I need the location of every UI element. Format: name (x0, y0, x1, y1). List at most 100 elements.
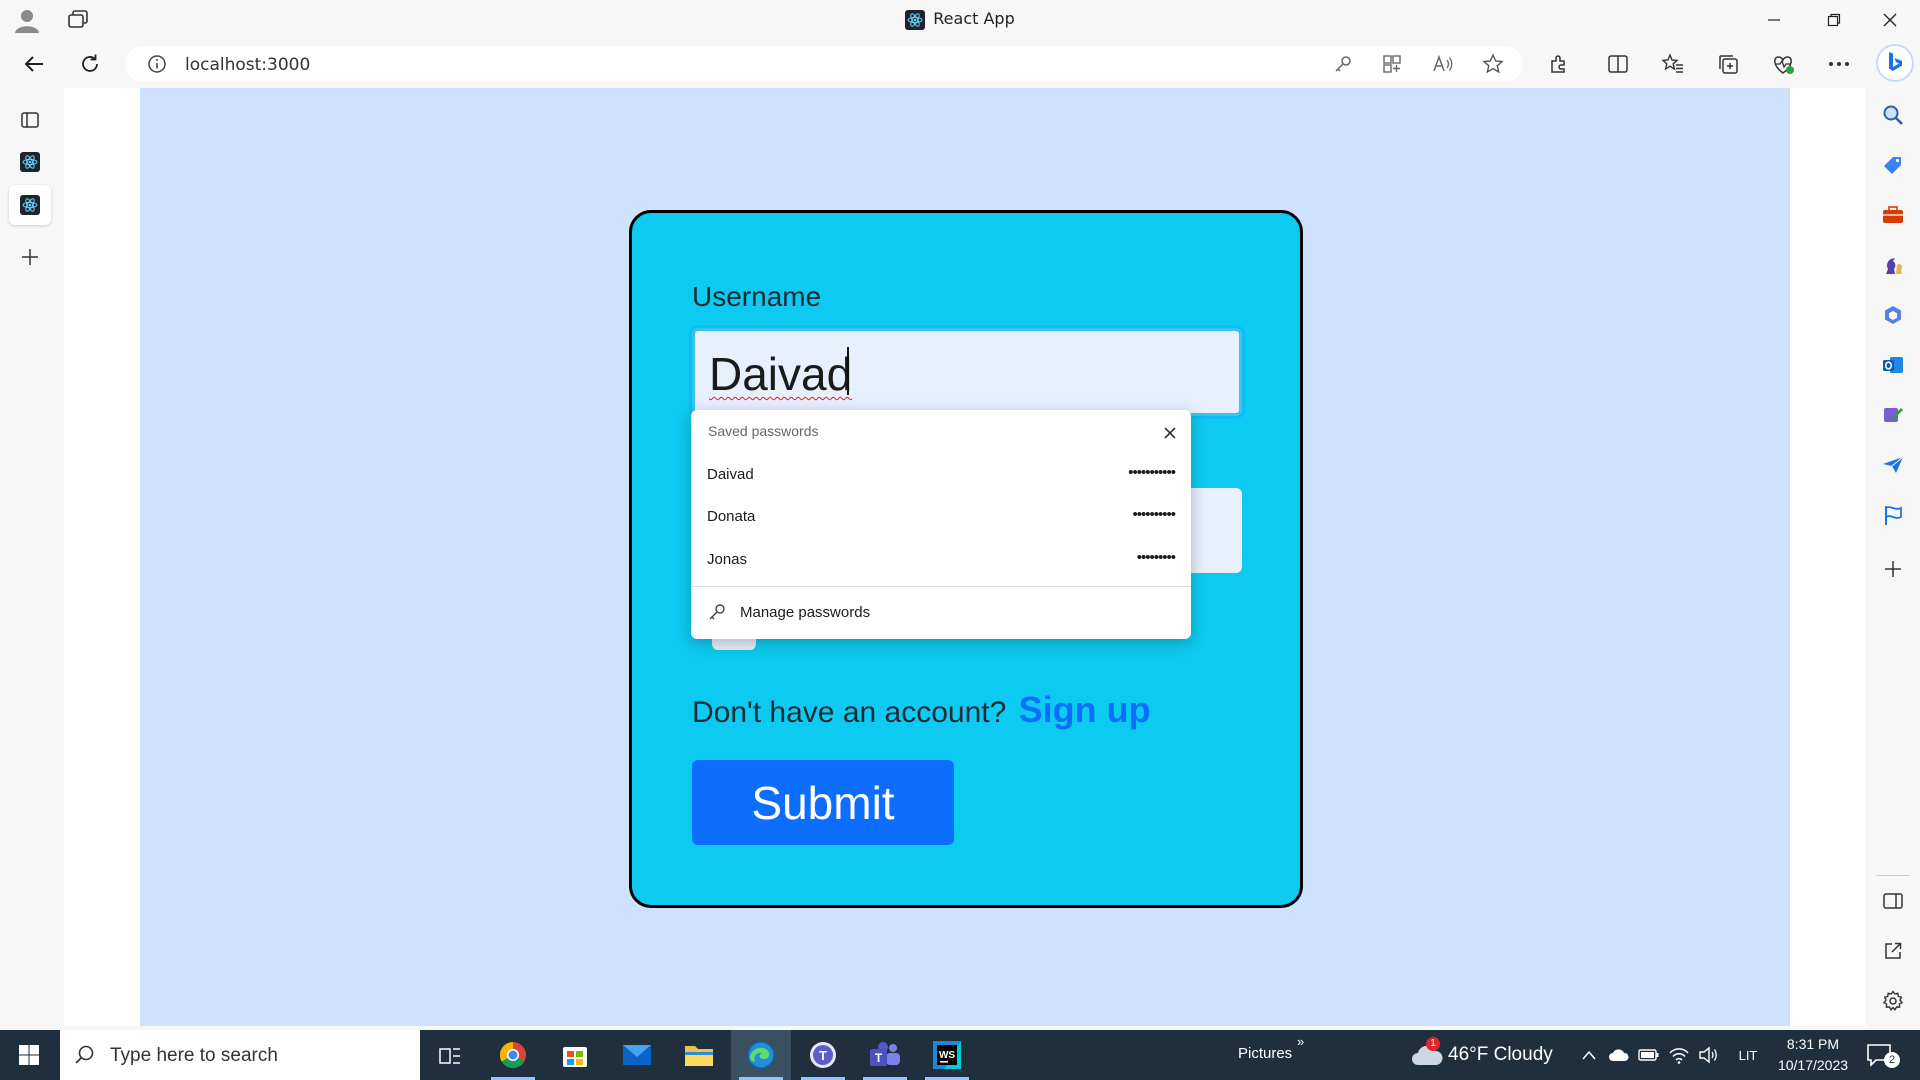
open-external-icon[interactable] (1880, 938, 1906, 964)
sidebar-feedback-flag-icon[interactable] (1880, 502, 1906, 528)
tab-react-app-2[interactable] (9, 185, 51, 225)
url-text: localhost:3000 (185, 55, 311, 75)
minimize-button[interactable] (1746, 0, 1802, 40)
edge-sidebar (1866, 88, 1920, 1030)
saved-passwords-header: Saved passwords (708, 423, 819, 439)
clock-date: 10/17/2023 (1777, 1057, 1849, 1073)
signup-prompt: Don't have an account? Sign up (692, 689, 1151, 731)
app-available-icon[interactable] (1379, 52, 1405, 76)
extensions-icon[interactable] (1542, 48, 1576, 80)
weather-alert-badge: 1 (1426, 1037, 1440, 1051)
microsoft-store-icon[interactable] (545, 1030, 605, 1080)
window-title: React App (0, 9, 1920, 30)
file-explorer-icon[interactable] (669, 1030, 729, 1080)
onedrive-cloud-icon[interactable] (1608, 1043, 1630, 1067)
windows-taskbar: Type here to search T T WS Pictures » 1 … (0, 1030, 1920, 1080)
windows-start-icon[interactable] (0, 1030, 58, 1080)
notification-count-badge: 2 (1884, 1052, 1900, 1068)
sidebar-outlook-icon[interactable] (1880, 352, 1906, 378)
sidebar-microsoft365-icon[interactable] (1880, 302, 1906, 328)
sidebar-tools-icon[interactable] (1880, 202, 1906, 228)
favorites-icon[interactable] (1656, 48, 1690, 80)
masked-password: ••••••••• (1136, 549, 1176, 566)
svg-text:T: T (819, 1048, 827, 1063)
manage-passwords-button[interactable]: Manage passwords (691, 587, 1191, 637)
teams-chat-icon[interactable]: T (793, 1030, 853, 1080)
weather-text: 46°F Cloudy (1448, 1044, 1553, 1065)
react-logo-icon (905, 9, 926, 30)
task-view-icon[interactable] (420, 1030, 480, 1080)
favorite-star-icon[interactable] (1480, 52, 1506, 76)
volume-icon[interactable] (1698, 1043, 1720, 1067)
navigation-bar: localhost:3000 (0, 40, 1920, 88)
sidebar-games-icon[interactable] (1880, 252, 1906, 278)
wifi-icon[interactable] (1668, 1043, 1690, 1067)
language-indicator[interactable]: LIT (1735, 1043, 1761, 1067)
saved-username: Daivad (707, 466, 754, 483)
close-window-button[interactable] (1862, 0, 1918, 40)
collections-icon[interactable] (1711, 48, 1745, 80)
back-button[interactable] (17, 48, 51, 80)
hide-sidebar-icon[interactable] (1880, 888, 1906, 914)
sidebar-send-icon[interactable] (1880, 452, 1906, 478)
notification-center-icon[interactable]: 2 (1866, 1042, 1906, 1070)
site-info-icon[interactable] (147, 54, 167, 78)
signup-link[interactable]: Sign up (1019, 689, 1151, 730)
browser-essentials-icon[interactable] (1766, 48, 1800, 80)
window-title-text: React App (933, 9, 1015, 28)
tab-react-app-1[interactable] (9, 142, 51, 182)
masked-password: •••••••••• (1132, 506, 1176, 523)
sidebar-designer-icon[interactable] (1880, 402, 1906, 428)
new-tab-plus-icon[interactable] (9, 237, 51, 277)
sidebar-search-icon[interactable] (1880, 102, 1906, 128)
manage-passwords-label: Manage passwords (740, 604, 871, 621)
search-placeholder: Type here to search (110, 1045, 278, 1066)
restore-button[interactable] (1806, 0, 1862, 40)
sidebar-shopping-icon[interactable] (1880, 152, 1906, 178)
taskbar-search-box[interactable]: Type here to search (60, 1030, 420, 1080)
text-caret (847, 347, 849, 395)
toolbar-expand-chevron-icon[interactable]: » (1297, 1034, 1304, 1049)
split-screen-icon[interactable] (1601, 48, 1635, 80)
search-icon (74, 1044, 96, 1071)
webstorm-icon[interactable]: WS (917, 1030, 977, 1080)
clock-time: 8:31 PM (1786, 1036, 1840, 1052)
read-aloud-icon[interactable] (1430, 52, 1456, 76)
vertical-tabs-panel (0, 88, 60, 1030)
sidebar-divider (1876, 875, 1910, 876)
chrome-icon[interactable] (483, 1030, 543, 1080)
saved-password-row[interactable]: Daivad ••••••••••• (691, 453, 1191, 495)
sidebar-add-plus-icon[interactable] (1880, 556, 1906, 582)
edge-icon[interactable] (731, 1030, 791, 1080)
refresh-button[interactable] (73, 48, 107, 80)
address-bar[interactable]: localhost:3000 (125, 46, 1523, 82)
weather-widget[interactable]: 1 46°F Cloudy (1408, 1037, 1568, 1071)
saved-username: Donata (707, 508, 756, 525)
svg-text:WS: WS (939, 1050, 955, 1061)
saved-username: Jonas (707, 551, 748, 568)
saved-passwords-popup: Saved passwords Daivad ••••••••••• Donat… (691, 410, 1191, 639)
tab-actions-menu-icon[interactable] (9, 100, 51, 140)
battery-icon[interactable] (1638, 1043, 1660, 1067)
pictures-toolbar-label[interactable]: Pictures (1238, 1045, 1292, 1062)
username-label: Username (692, 281, 822, 312)
username-value: Daivad (709, 348, 853, 400)
show-hidden-icons-chevron-icon[interactable] (1578, 1043, 1600, 1067)
username-input[interactable]: Daivad (692, 328, 1242, 416)
taskbar-clock[interactable]: 8:31 PM 10/17/2023 (1768, 1034, 1858, 1076)
teams-icon[interactable]: T (855, 1030, 915, 1080)
submit-button[interactable]: Submit (692, 760, 954, 845)
browser-title-bar: React App (0, 0, 1920, 40)
password-key-icon[interactable] (1330, 52, 1356, 76)
key-icon (707, 602, 727, 622)
sidebar-settings-gear-icon[interactable] (1880, 988, 1906, 1014)
masked-password: ••••••••••• (1128, 464, 1176, 481)
more-options-icon[interactable] (1822, 48, 1856, 80)
saved-password-row[interactable]: Donata •••••••••• (691, 495, 1191, 537)
svg-text:T: T (875, 1051, 883, 1065)
saved-password-row[interactable]: Jonas ••••••••• (691, 538, 1191, 580)
mail-icon[interactable] (607, 1030, 667, 1080)
close-icon[interactable] (1161, 424, 1179, 442)
bing-copilot-icon[interactable] (1876, 44, 1914, 82)
signup-prompt-text: Don't have an account? (692, 696, 1007, 729)
